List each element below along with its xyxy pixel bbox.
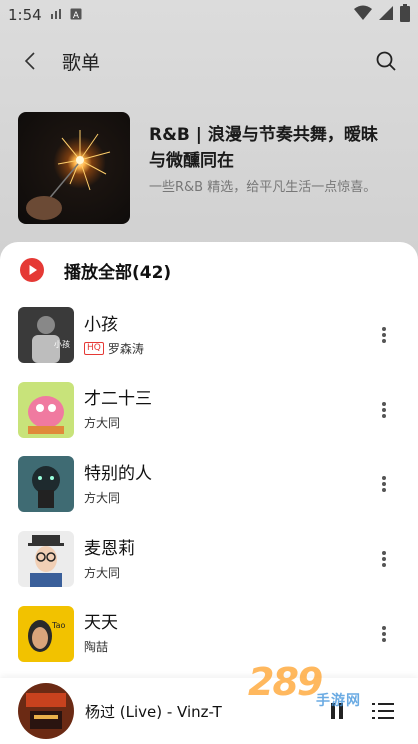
signal-icon bbox=[378, 5, 394, 25]
more-vertical-icon bbox=[382, 401, 386, 418]
battery-icon bbox=[400, 4, 410, 26]
hq-badge: HQ bbox=[84, 341, 104, 355]
song-thumbnail bbox=[18, 456, 74, 513]
song-title: 麦恩莉 bbox=[84, 538, 135, 559]
song-row[interactable]: 麦恩莉 方大同 bbox=[0, 522, 418, 597]
play-all-row[interactable]: 播放全部(42) bbox=[0, 242, 418, 298]
song-artist: 罗森涛 bbox=[107, 341, 144, 356]
notification-a-icon: A bbox=[70, 6, 82, 24]
song-artist: 方大同 bbox=[84, 490, 121, 505]
song-title: 才二十三 bbox=[84, 389, 152, 410]
search-button[interactable] bbox=[366, 41, 406, 81]
song-thumbnail: Tao bbox=[18, 605, 74, 662]
more-vertical-icon bbox=[382, 476, 386, 493]
more-options-button[interactable] bbox=[364, 315, 404, 355]
pause-icon bbox=[331, 703, 343, 719]
svg-text:A: A bbox=[73, 11, 80, 20]
song-thumbnail: 小孩 bbox=[18, 307, 74, 364]
song-list: 小孩 小孩 HQ 罗森涛 才二十三 方大同 特别的人 方大同 麦恩莉 方大同 T… bbox=[0, 298, 418, 671]
song-title: 特别的人 bbox=[84, 463, 152, 484]
song-artist: 陶喆 bbox=[84, 640, 109, 655]
song-row[interactable]: 特别的人 方大同 bbox=[0, 447, 418, 522]
play-circle-icon[interactable] bbox=[20, 258, 44, 282]
more-options-button[interactable] bbox=[364, 390, 404, 430]
queue-list-icon bbox=[372, 703, 394, 719]
svg-text:小孩: 小孩 bbox=[54, 339, 70, 349]
song-row[interactable]: 小孩 小孩 HQ 罗森涛 bbox=[0, 298, 418, 373]
song-sheet: 播放全部(42) 小孩 小孩 HQ 罗森涛 才二十三 方大同 特别的人 方大同 … bbox=[0, 242, 418, 744]
status-bar: 1:54 A bbox=[0, 0, 418, 30]
more-options-button[interactable] bbox=[364, 539, 404, 579]
search-icon bbox=[376, 51, 396, 71]
playlist-queue-button[interactable] bbox=[368, 696, 398, 726]
more-vertical-icon bbox=[382, 625, 386, 642]
pause-button[interactable] bbox=[322, 696, 352, 726]
more-options-button[interactable] bbox=[364, 464, 404, 504]
playlist-title: R&B | 浪漫与节奏共舞，暧昧与微醺同在 bbox=[149, 125, 378, 171]
song-thumbnail bbox=[18, 531, 74, 588]
song-title: 小孩 bbox=[84, 314, 118, 335]
song-thumbnail bbox=[18, 381, 74, 438]
chevron-left-icon bbox=[24, 52, 35, 70]
now-playing-title: 杨过 (Live) - Vinz-T bbox=[85, 702, 222, 721]
back-button[interactable] bbox=[10, 41, 50, 81]
signal-stats-icon bbox=[50, 6, 62, 24]
more-options-button[interactable] bbox=[364, 614, 404, 654]
now-playing-cover[interactable] bbox=[18, 683, 74, 739]
header: 歌单 bbox=[0, 38, 418, 84]
mini-player[interactable]: 杨过 (Live) - Vinz-T bbox=[0, 678, 418, 744]
song-row[interactable]: Tao 天天 陶喆 bbox=[0, 596, 418, 671]
wifi-icon bbox=[354, 5, 372, 25]
song-artist: 方大同 bbox=[84, 416, 121, 431]
more-vertical-icon bbox=[382, 327, 386, 344]
song-title: 天天 bbox=[84, 613, 118, 634]
song-row[interactable]: 才二十三 方大同 bbox=[0, 373, 418, 448]
more-vertical-icon bbox=[382, 551, 386, 568]
playlist-cover[interactable] bbox=[18, 112, 130, 224]
svg-text:Tao: Tao bbox=[51, 621, 65, 630]
page-title: 歌单 bbox=[62, 51, 101, 74]
playlist-info: R&B | 浪漫与节奏共舞，暧昧与微醺同在 一些R&B 精选，给平凡生活一点惊喜… bbox=[18, 112, 408, 224]
play-all-label: 播放全部(42) bbox=[64, 262, 172, 283]
song-artist: 方大同 bbox=[84, 565, 121, 580]
playlist-description: 一些R&B 精选，给平凡生活一点惊喜。 bbox=[149, 180, 377, 195]
status-time: 1:54 bbox=[8, 6, 42, 24]
